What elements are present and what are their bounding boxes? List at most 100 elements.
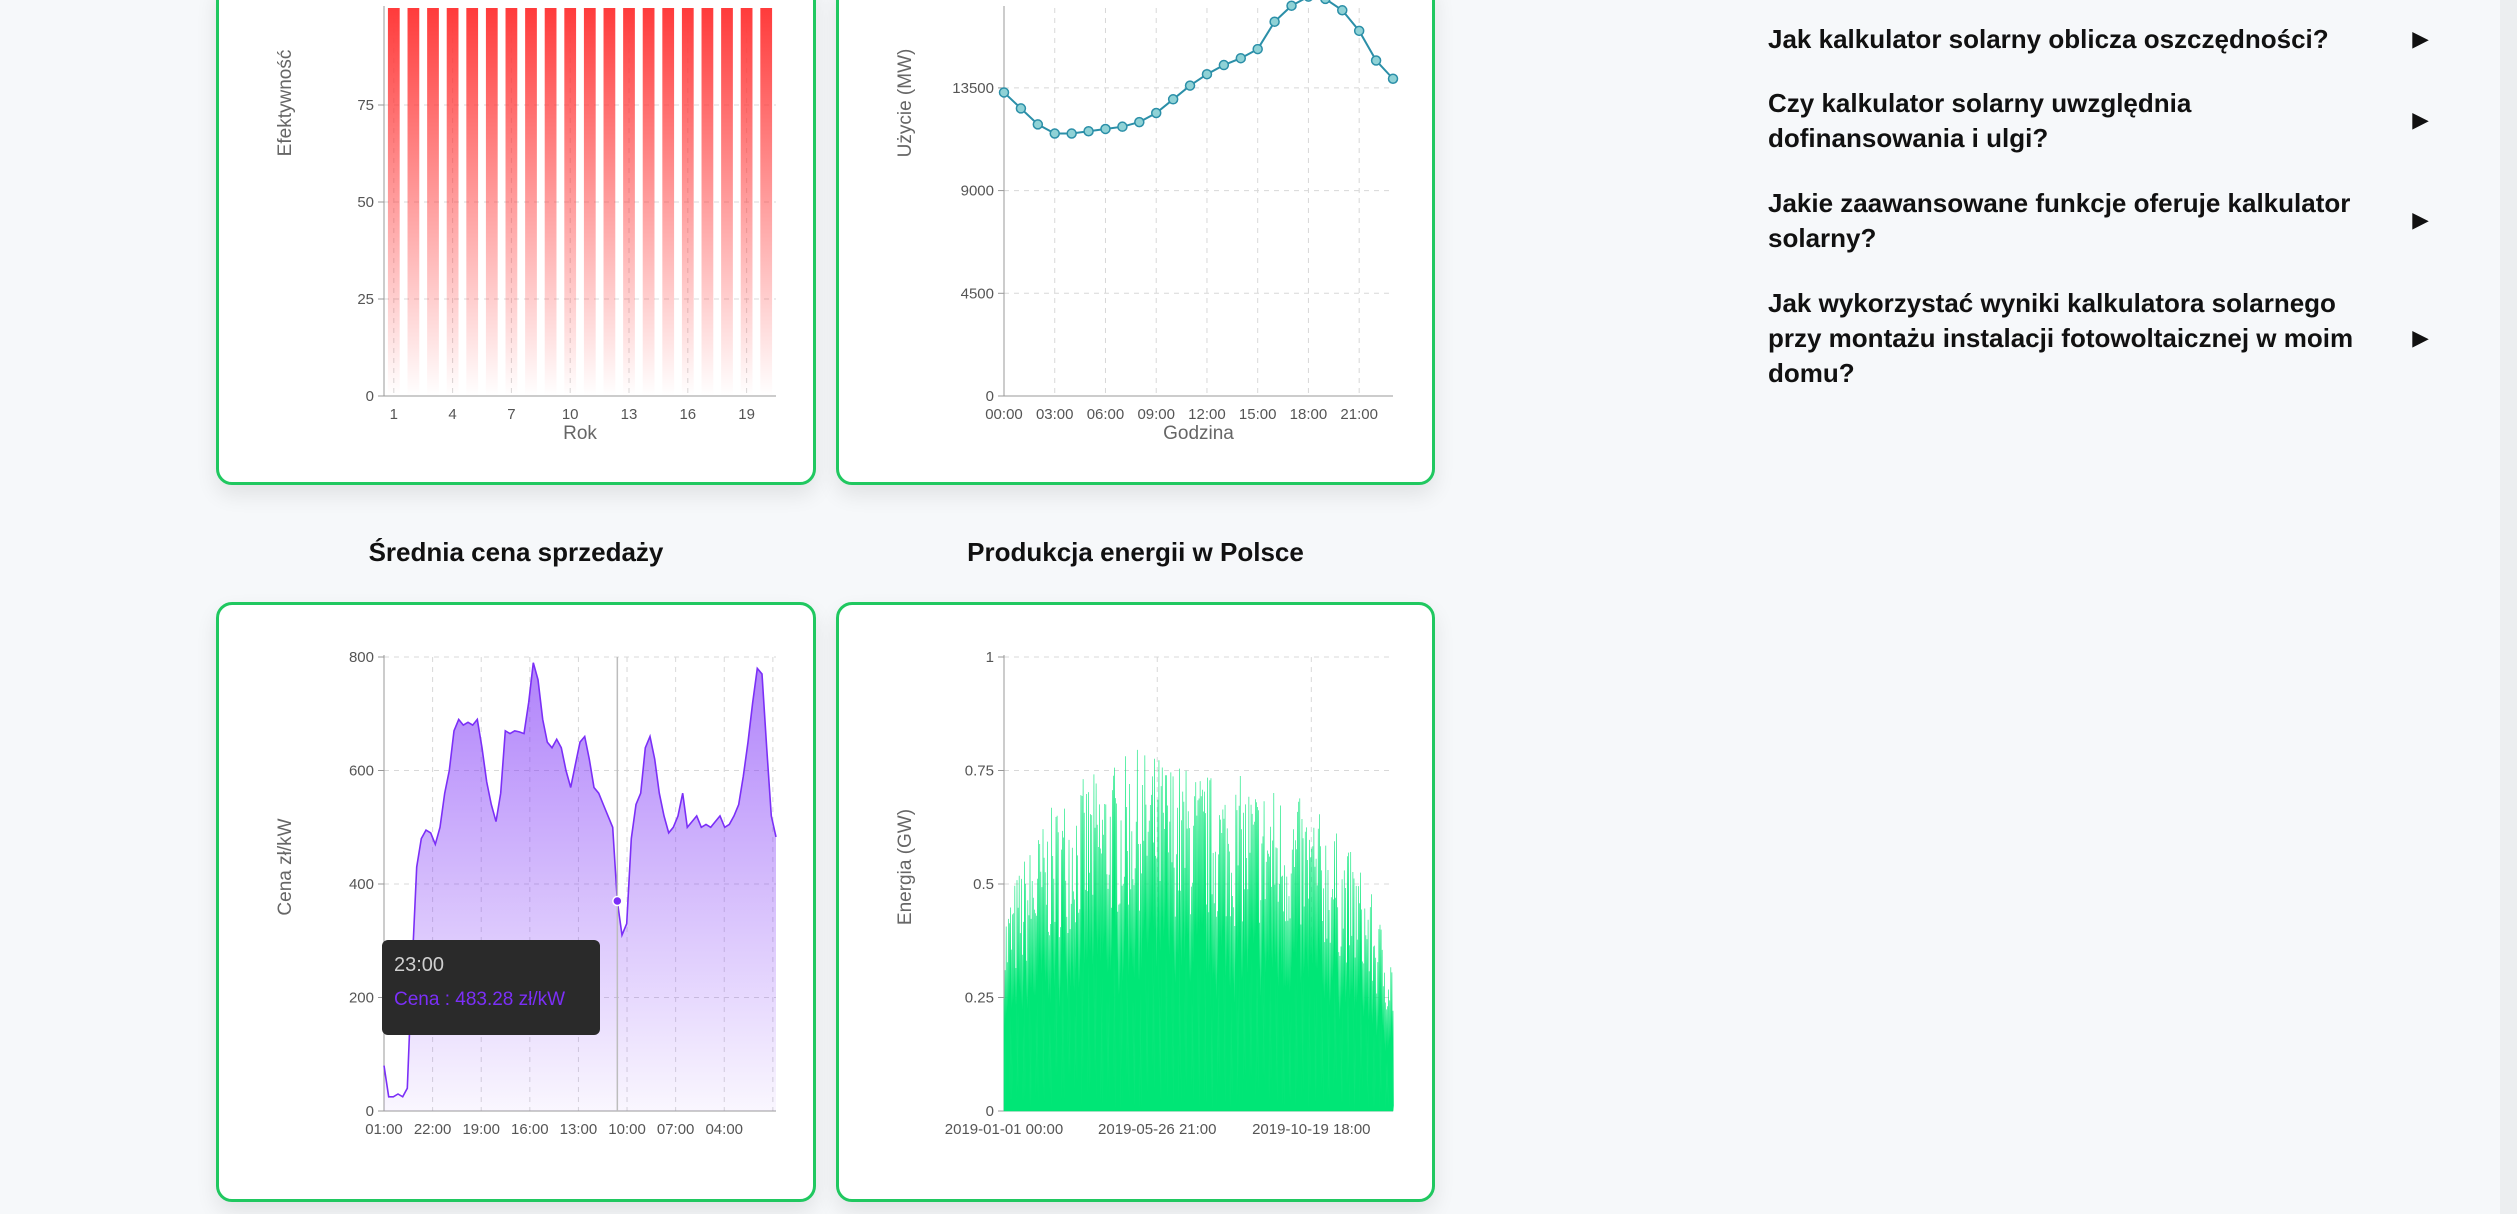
x-axis-label: Rok bbox=[563, 423, 597, 444]
x-tick-label: 21:00 bbox=[1340, 406, 1378, 423]
y-tick-label: 25 bbox=[357, 291, 374, 308]
y-tick-label: 0 bbox=[366, 388, 374, 405]
x-tick-label: 7 bbox=[507, 406, 515, 423]
faq-question: Jak wykorzystać wyniki kalkulatora solar… bbox=[1768, 288, 2354, 388]
efficiency-bar bbox=[466, 8, 479, 396]
x-tick-label: 4 bbox=[448, 406, 456, 423]
y-tick-label: 0.75 bbox=[965, 763, 994, 780]
y-axis-label: Cena zł/kW bbox=[275, 818, 296, 915]
usage-point bbox=[1032, 119, 1044, 130]
x-tick-label: 10:00 bbox=[608, 1121, 646, 1138]
x-axis-label: Godzina bbox=[1163, 423, 1234, 444]
x-tick-label: 18:00 bbox=[1290, 406, 1328, 423]
efficiency-bar bbox=[642, 8, 655, 396]
x-tick-label: 2019-10-19 18:00 bbox=[1252, 1121, 1370, 1138]
efficiency-bar bbox=[760, 8, 773, 396]
x-tick-label: 19:00 bbox=[462, 1121, 500, 1138]
efficiency-bar bbox=[525, 8, 537, 396]
y-tick-label: 400 bbox=[349, 876, 374, 893]
price-area bbox=[384, 662, 776, 1111]
x-tick-label: 22:00 bbox=[414, 1121, 452, 1138]
x-tick-label: 03:00 bbox=[1036, 406, 1074, 423]
y-tick-label: 4500 bbox=[961, 285, 994, 302]
faq-question: Czy kalkulator solarny uwzględnia dofina… bbox=[1768, 88, 2192, 153]
x-tick-label: 12:00 bbox=[1188, 406, 1226, 423]
efficiency-chart: 0 25 50 75 1 4 7 10 13 16 19 Rok Efektywność bbox=[275, 6, 776, 444]
x-tick-label: 1 bbox=[390, 406, 398, 423]
y-tick-label: 9000 bbox=[961, 183, 994, 200]
y-axis-label: Użycie (MW) bbox=[895, 49, 916, 158]
y-tick-label: 600 bbox=[349, 763, 374, 780]
y-tick-label: 1 bbox=[986, 649, 994, 666]
efficiency-bar bbox=[505, 8, 518, 396]
x-tick-label: 13 bbox=[621, 406, 638, 423]
efficiency-bar bbox=[583, 8, 596, 396]
usage-point bbox=[1100, 123, 1111, 135]
y-tick-label: 50 bbox=[357, 194, 374, 211]
x-tick-label: 13:00 bbox=[560, 1121, 598, 1138]
usage-point bbox=[1269, 16, 1280, 27]
expand-arrow-icon: ▶ bbox=[2412, 109, 2428, 132]
efficiency-bar bbox=[544, 8, 557, 396]
efficiency-bar bbox=[662, 8, 675, 396]
usage-point bbox=[1252, 43, 1263, 55]
y-axis-label: Efektywność bbox=[275, 50, 296, 157]
energy-chart-card: 0 0.25 0.5 0.75 1 2019-01-01 00:00 2019-05-26 … bbox=[836, 602, 1435, 1202]
x-tick-label: 06:00 bbox=[1087, 406, 1125, 423]
usage-point bbox=[1150, 107, 1162, 119]
hover-point bbox=[612, 895, 623, 907]
faq-item[interactable]: Jak wykorzystać wyniki kalkulatora solar… bbox=[1768, 286, 2428, 391]
faq-question: Jakie zaawansowane funkcje oferuje kalku… bbox=[1768, 188, 2351, 253]
usage-line bbox=[1003, 0, 1394, 135]
faq-item[interactable]: Jak kalkulator solarny oblicza oszczędno… bbox=[1768, 22, 2428, 57]
efficiency-bar bbox=[485, 8, 498, 396]
efficiency-bar bbox=[564, 8, 577, 396]
faq-item[interactable]: Czy kalkulator solarny uwzględnia dofina… bbox=[1768, 86, 2428, 156]
expand-arrow-icon: ▶ bbox=[2412, 327, 2428, 349]
y-tick-label: 0.25 bbox=[965, 990, 994, 1007]
expand-arrow-icon: ▶ bbox=[2412, 28, 2428, 50]
y-tick-label: 0 bbox=[986, 1103, 994, 1120]
usage-point bbox=[1387, 73, 1399, 85]
x-tick-label: 10 bbox=[562, 406, 579, 423]
faq-question: Jak kalkulator solarny oblicza oszczędno… bbox=[1768, 24, 2329, 54]
price-section-title: Średnia cena sprzedaży bbox=[368, 537, 664, 567]
price-chart[interactable]: 0 200 400 600 800 01:00 22:00 19:00 16:00 13:00 10… bbox=[219, 605, 819, 1205]
x-tick-label: 07:00 bbox=[657, 1121, 695, 1138]
efficiency-bar bbox=[681, 8, 694, 396]
x-tick-label: 16:00 bbox=[511, 1121, 549, 1138]
energy-area bbox=[1003, 749, 1394, 1112]
energy-chart: 0 0.25 0.5 0.75 1 2019-01-01 00:00 2019-05-26 … bbox=[895, 649, 1394, 1138]
efficiency-bar bbox=[623, 8, 635, 396]
usage-point bbox=[1286, 0, 1297, 11]
x-tick-label: 01:00 bbox=[365, 1121, 403, 1138]
page-scrollbar[interactable] bbox=[2500, 0, 2517, 1214]
efficiency-bar bbox=[446, 8, 459, 396]
x-tick-label: 09:00 bbox=[1137, 406, 1175, 423]
y-tick-label: 0 bbox=[366, 1103, 374, 1120]
y-tick-label: 0.5 bbox=[973, 876, 994, 893]
usage-point bbox=[1184, 80, 1196, 91]
usage-point bbox=[1320, 0, 1331, 5]
usage-point bbox=[1066, 128, 1077, 139]
efficiency-bar bbox=[603, 8, 616, 396]
x-tick-label: 2019-01-01 00:00 bbox=[945, 1121, 1063, 1138]
tooltip-time: 23:00 bbox=[394, 954, 445, 976]
usage-point bbox=[1353, 25, 1365, 37]
expand-arrow-icon: ▶ bbox=[2412, 209, 2428, 232]
efficiency-bar bbox=[427, 8, 439, 396]
x-tick-label: 2019-05-26 21:00 bbox=[1098, 1121, 1216, 1138]
y-tick-label: 0 bbox=[986, 388, 994, 405]
y-tick-label: 13500 bbox=[952, 80, 994, 97]
price-chart-card: 0 200 400 600 800 01:00 22:00 19:00 16:00 13:00 10… bbox=[216, 602, 816, 1202]
usage-point bbox=[1235, 52, 1247, 64]
efficiency-bar bbox=[721, 8, 733, 396]
y-tick-label: 75 bbox=[357, 97, 374, 114]
usage-chart: 0 4500 9000 13500 00:00 03:00 06:00 09:00 12:00 1… bbox=[895, 0, 1399, 444]
faq-item[interactable]: Jakie zaawansowane funkcje oferuje kalku… bbox=[1768, 186, 2428, 256]
usage-point bbox=[1304, 0, 1313, 2]
efficiency-chart-card: 0 25 50 75 1 4 7 10 13 16 19 Rok Efektywność bbox=[216, 0, 816, 485]
usage-point bbox=[1201, 68, 1213, 80]
usage-point bbox=[1015, 103, 1027, 114]
x-tick-label: 16 bbox=[679, 406, 696, 423]
